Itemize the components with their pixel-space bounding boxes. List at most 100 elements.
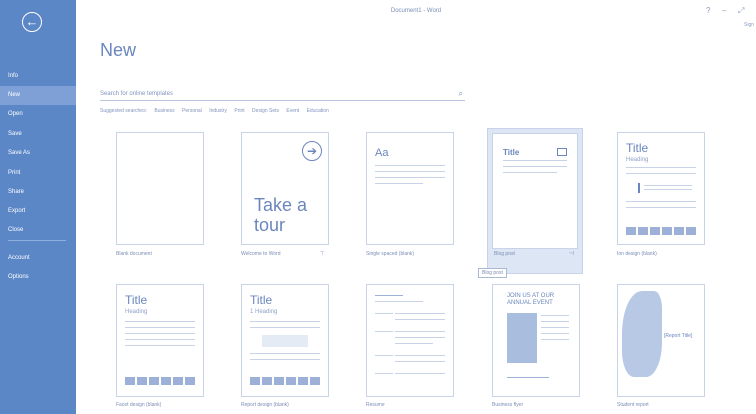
pin-icon[interactable]: ⊤ bbox=[320, 251, 324, 257]
text-line bbox=[541, 315, 569, 316]
back-arrow-icon[interactable]: ← bbox=[22, 12, 42, 32]
template-label: Blog post bbox=[494, 251, 515, 257]
suggested-link-print[interactable]: Print bbox=[234, 108, 244, 114]
swatch bbox=[310, 377, 320, 385]
suggested-link-design-sets[interactable]: Design Sets bbox=[252, 108, 279, 114]
tooltip: Blog post bbox=[478, 268, 507, 278]
text-line bbox=[541, 339, 569, 340]
suggested-link-event[interactable]: Event bbox=[286, 108, 299, 114]
tour-text: Take a tour bbox=[254, 195, 308, 235]
quote-block bbox=[262, 335, 308, 347]
text-line bbox=[503, 160, 567, 161]
suggested-link-business[interactable]: Business bbox=[154, 108, 174, 114]
suggested-link-personal[interactable]: Personal bbox=[182, 108, 202, 114]
text-line bbox=[375, 177, 445, 178]
facet-heading-text: Heading bbox=[125, 309, 148, 315]
sidebar-item-info[interactable]: Info bbox=[0, 67, 76, 86]
report-cover-title: [Report Title] bbox=[664, 333, 693, 339]
text-line bbox=[395, 361, 445, 362]
swatch bbox=[149, 377, 159, 385]
template-facet-design[interactable]: Title Heading bbox=[116, 284, 204, 397]
swatch bbox=[686, 227, 696, 235]
template-search-input[interactable]: Search for online templates ⌕ bbox=[100, 88, 465, 101]
ion-heading-text: Heading bbox=[626, 157, 649, 163]
text-line bbox=[250, 321, 320, 322]
suggested-searches-label: Suggested searches: bbox=[100, 108, 147, 114]
template-label: Single spaced (blank) bbox=[366, 251, 415, 257]
text-line bbox=[395, 343, 433, 344]
suggested-link-education[interactable]: Education bbox=[307, 108, 329, 114]
title-bar: Document1 - Word bbox=[76, 0, 756, 22]
template-label: Facet design (blank) bbox=[116, 402, 162, 408]
swatch bbox=[262, 377, 272, 385]
sidebar-item-open[interactable]: Open bbox=[0, 105, 76, 124]
template-label: Report design (blank) bbox=[241, 402, 289, 408]
template-blog-post[interactable]: Title Blog post ⊣ bbox=[487, 128, 583, 274]
search-icon[interactable]: ⌕ bbox=[459, 88, 463, 100]
template-label: Welcome to Word bbox=[241, 251, 281, 257]
text-line bbox=[644, 185, 692, 186]
text-line bbox=[250, 353, 320, 354]
template-ion-design[interactable]: Title Heading bbox=[617, 132, 705, 245]
text-line bbox=[250, 359, 320, 360]
swatch bbox=[137, 377, 147, 385]
aa-text: Aa bbox=[375, 147, 389, 159]
template-label: Blank document bbox=[116, 251, 152, 257]
restore-button[interactable]: ⤢ bbox=[738, 6, 744, 16]
image-icon bbox=[557, 148, 567, 156]
document-title: Document1 - Word bbox=[390, 8, 442, 14]
swatch bbox=[185, 377, 195, 385]
text-line bbox=[541, 327, 569, 328]
swatch bbox=[161, 377, 171, 385]
sidebar-item-save[interactable]: Save bbox=[0, 125, 76, 144]
text-line bbox=[507, 377, 549, 378]
template-single-spaced[interactable]: Aa bbox=[366, 132, 454, 245]
text-line bbox=[395, 355, 445, 356]
suggested-link-industry[interactable]: Industry bbox=[209, 108, 227, 114]
text-line bbox=[395, 337, 445, 338]
text-line bbox=[503, 172, 557, 173]
report-title-text: Title bbox=[250, 293, 273, 307]
sidebar-item-print[interactable]: Print bbox=[0, 164, 76, 183]
template-business-flyer[interactable]: JOIN US AT OUR ANNUAL EVENT bbox=[492, 284, 580, 397]
text-line bbox=[395, 331, 445, 332]
sidebar-item-close[interactable]: Close bbox=[0, 221, 76, 240]
text-line bbox=[125, 327, 195, 328]
sidebar-item-export[interactable]: Export bbox=[0, 202, 76, 221]
sidebar-item-new[interactable]: New bbox=[0, 86, 76, 105]
swatch bbox=[125, 377, 135, 385]
text-line bbox=[395, 313, 445, 314]
cover-image bbox=[622, 291, 662, 377]
text-line bbox=[541, 333, 569, 334]
text-line bbox=[503, 166, 567, 167]
text-line bbox=[375, 355, 393, 356]
sign-in-link[interactable]: Sign bbox=[744, 22, 754, 28]
sidebar-item-account[interactable]: Account bbox=[0, 249, 76, 268]
flyer-heading: JOIN US AT OUR ANNUAL EVENT bbox=[507, 293, 555, 306]
text-line bbox=[125, 333, 195, 334]
search-placeholder: Search for online templates bbox=[100, 91, 174, 97]
template-blank-document[interactable] bbox=[116, 132, 204, 245]
swatch bbox=[286, 377, 296, 385]
template-student-report[interactable]: [Report Title] bbox=[617, 284, 705, 397]
sidebar-item-save-as[interactable]: Save As bbox=[0, 144, 76, 163]
sidebar-item-options[interactable]: Options bbox=[0, 268, 76, 287]
pin-icon[interactable]: ⊣ bbox=[569, 250, 574, 257]
template-report-design[interactable]: Title 1 Heading bbox=[241, 284, 329, 397]
swatch bbox=[662, 227, 672, 235]
template-label: Ion design (blank) bbox=[617, 251, 657, 257]
template-welcome-to-word[interactable]: ➔ Take a tour bbox=[241, 132, 329, 245]
text-line bbox=[626, 201, 696, 202]
sidebar-item-share[interactable]: Share bbox=[0, 183, 76, 202]
help-button[interactable]: ? bbox=[706, 6, 710, 15]
backstage-sidebar: ← Info New Open Save Save As Print Share… bbox=[0, 0, 76, 414]
text-line bbox=[125, 339, 195, 340]
minimize-button[interactable]: – bbox=[722, 6, 726, 15]
text-line bbox=[626, 167, 696, 168]
template-resume[interactable] bbox=[366, 284, 454, 397]
swatch bbox=[650, 227, 660, 235]
swatch bbox=[250, 377, 260, 385]
text-line bbox=[395, 319, 445, 320]
text-line bbox=[375, 313, 393, 314]
text-line bbox=[375, 295, 403, 296]
